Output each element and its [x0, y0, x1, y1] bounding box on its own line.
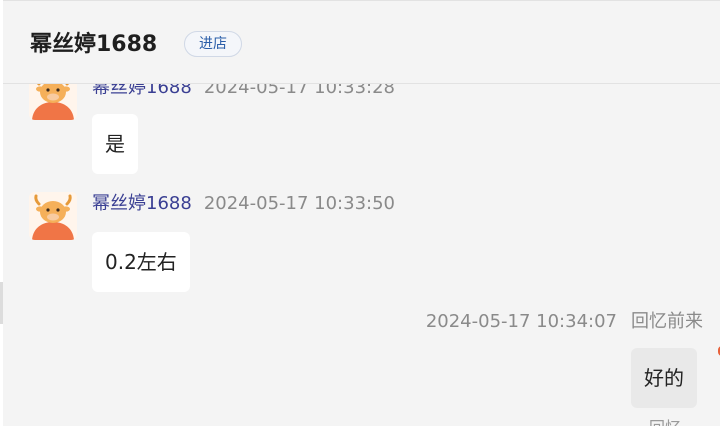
message-meta: 2024-05-17 10:34:07 回忆前来: [426, 310, 703, 334]
message-meta: 幂丝婷1688 2024-05-17 10:33:28: [92, 84, 395, 100]
cow-avatar-icon[interactable]: [29, 192, 77, 240]
message-bubble[interactable]: 0.2左右: [92, 232, 190, 292]
sender-name[interactable]: 幂丝婷1688: [92, 193, 192, 214]
message-meta: 幂丝婷1688 2024-05-17 10:33:50: [92, 192, 395, 216]
message-bubble[interactable]: 好的: [631, 348, 697, 408]
message-list[interactable]: 幂丝婷1688 2024-05-17 10:33:28 是 幂丝婷1688 2024…: [3, 84, 720, 426]
sender-name[interactable]: 幂丝婷1688: [92, 84, 192, 98]
next-message-sender: 回忆: [649, 418, 681, 426]
enter-shop-button[interactable]: 进店: [184, 31, 242, 57]
chat-header: 幂丝婷1688 进店: [3, 0, 720, 84]
cow-avatar-icon[interactable]: [29, 84, 77, 120]
message-time: 2024-05-17 10:34:07: [425, 311, 617, 332]
sender-name[interactable]: 回忆前来: [631, 311, 703, 332]
message-bubble[interactable]: 是: [92, 114, 138, 174]
shop-name: 幂丝婷1688: [30, 32, 158, 57]
message-time: 2024-05-17 10:33:50: [203, 193, 395, 214]
message-time: 2024-05-17 10:33:28: [203, 84, 395, 98]
